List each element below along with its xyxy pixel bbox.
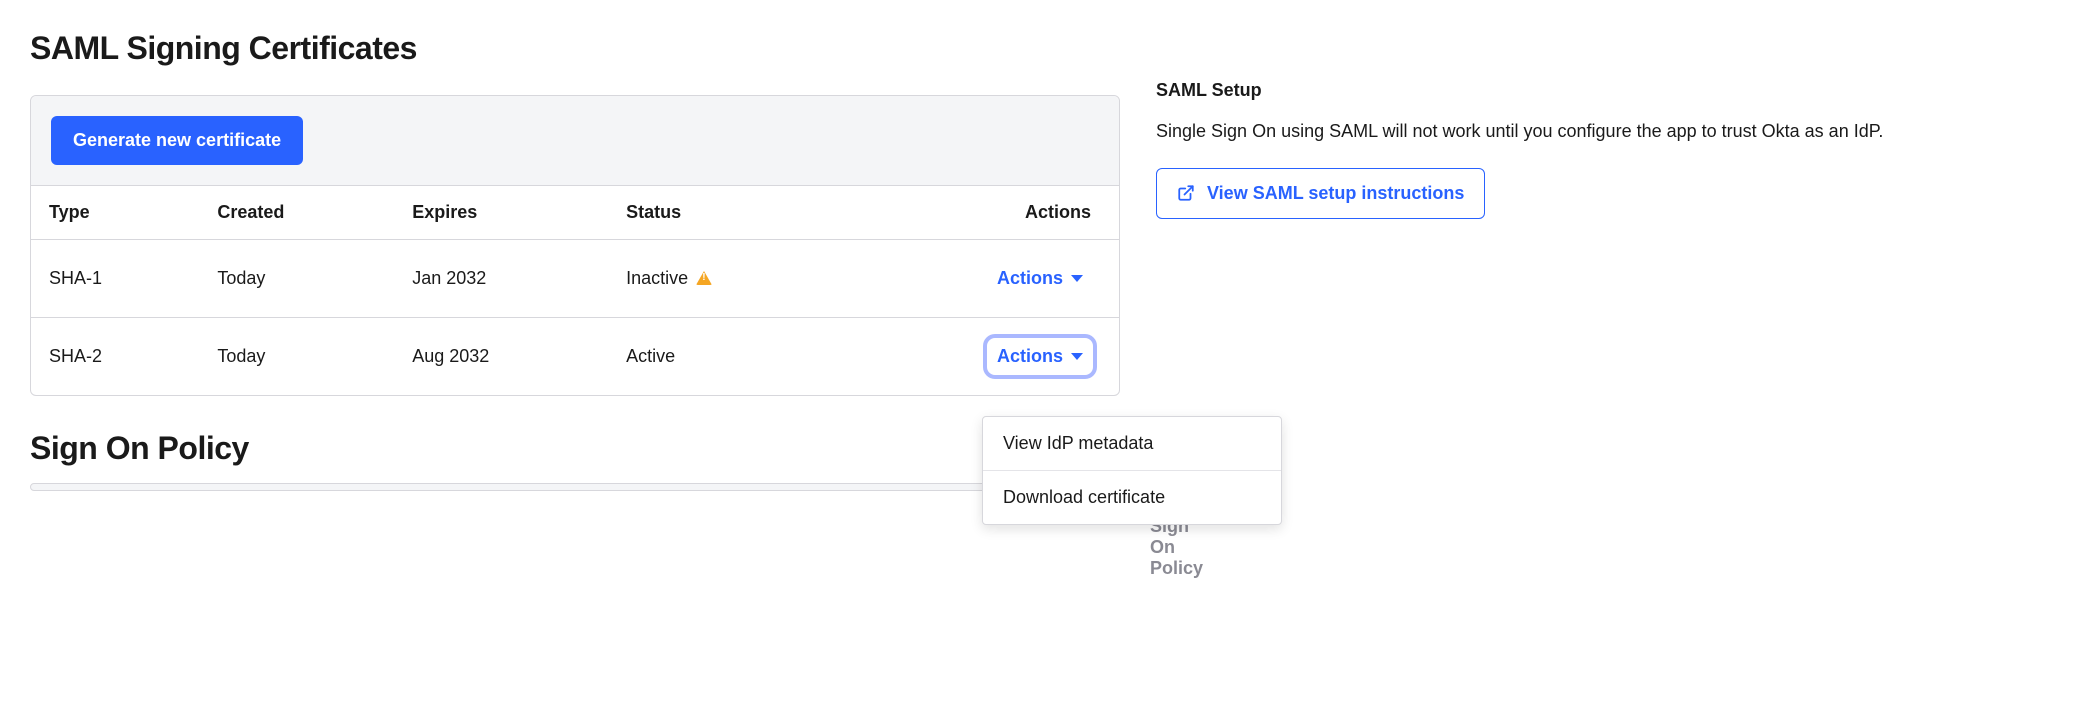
status-text: Inactive	[626, 268, 688, 289]
cell-created: Today	[199, 240, 394, 318]
dropdown-item-download-certificate[interactable]: Download certificate	[983, 471, 1281, 524]
cell-type: SHA-2	[31, 318, 199, 396]
col-status: Status	[608, 186, 839, 240]
view-saml-instructions-button[interactable]: View SAML setup instructions	[1156, 168, 1485, 219]
status-text: Active	[626, 346, 675, 367]
certificates-card: Generate new certificate Type Created Ex…	[30, 95, 1120, 396]
sidebar-button-label: View SAML setup instructions	[1207, 183, 1464, 204]
actions-label: Actions	[997, 268, 1063, 289]
actions-label: Actions	[997, 346, 1063, 367]
external-link-icon	[1177, 184, 1195, 202]
table-header-row: Type Created Expires Status Actions	[31, 186, 1119, 240]
cell-type: SHA-1	[31, 240, 199, 318]
row-actions-button[interactable]: Actions	[989, 262, 1091, 295]
cell-expires: Jan 2032	[394, 240, 608, 318]
actions-dropdown: View IdP metadata Download certificate	[982, 416, 1282, 525]
cell-created: Today	[199, 318, 394, 396]
table-row: SHA-2 Today Aug 2032 Active Actions	[31, 318, 1119, 396]
dropdown-item-view-metadata[interactable]: View IdP metadata	[983, 417, 1281, 471]
certificates-heading: SAML Signing Certificates	[30, 30, 1120, 67]
ghost-policy-heading: Sign On Policy	[1150, 516, 1203, 579]
table-row: SHA-1 Today Jan 2032 Inactive Actions	[31, 240, 1119, 318]
sidebar: SAML Setup Single Sign On using SAML wil…	[1156, 20, 2056, 219]
certificates-table: Type Created Expires Status Actions SHA-…	[31, 186, 1119, 395]
policy-card	[30, 483, 1120, 491]
col-expires: Expires	[394, 186, 608, 240]
sidebar-text: Single Sign On using SAML will not work …	[1156, 117, 2056, 146]
caret-down-icon	[1071, 275, 1083, 282]
caret-down-icon	[1071, 353, 1083, 360]
warning-icon	[696, 271, 712, 285]
col-type: Type	[31, 186, 199, 240]
col-created: Created	[199, 186, 394, 240]
row-actions-button[interactable]: Actions	[989, 340, 1091, 373]
cell-status: Inactive	[608, 240, 839, 318]
cell-status: Active	[608, 318, 839, 396]
policy-heading: Sign On Policy	[30, 430, 1120, 467]
certificates-toolbar: Generate new certificate	[31, 96, 1119, 186]
sidebar-title: SAML Setup	[1156, 80, 2056, 101]
col-actions: Actions	[839, 186, 1119, 240]
generate-certificate-button[interactable]: Generate new certificate	[51, 116, 303, 165]
cell-expires: Aug 2032	[394, 318, 608, 396]
